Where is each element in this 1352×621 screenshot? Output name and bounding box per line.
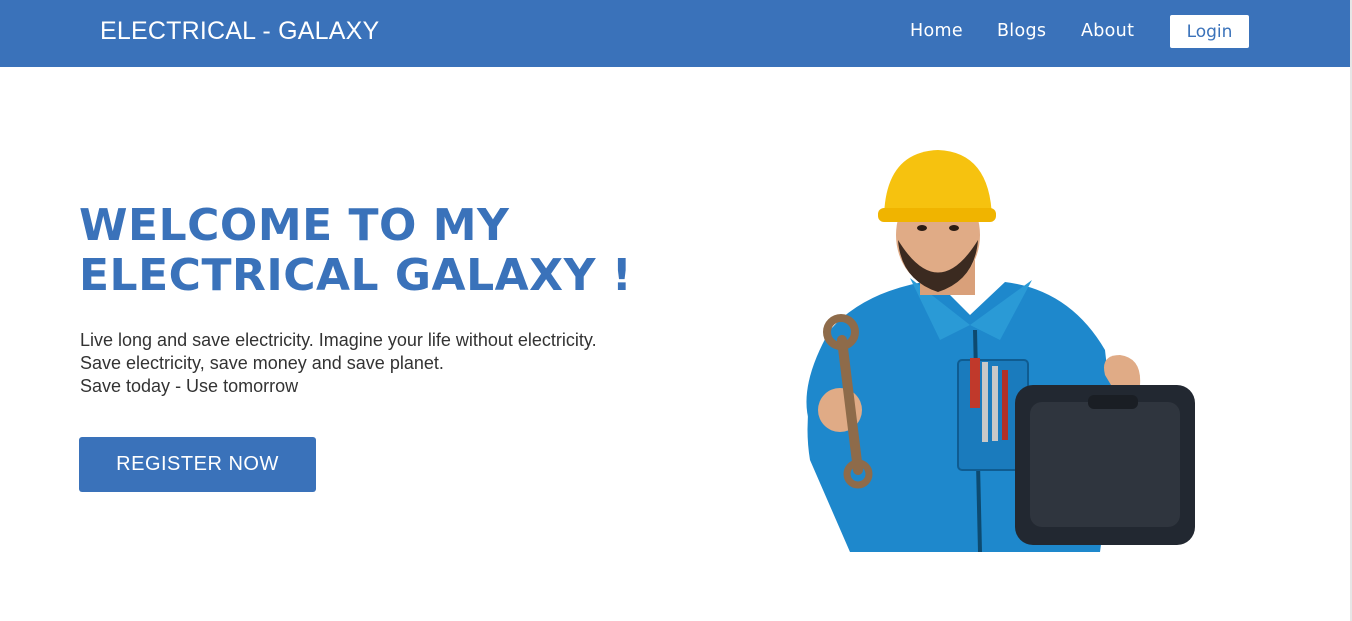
hero-title: WELCOME TO MY ELECTRICAL GALAXY ! — [79, 200, 633, 301]
hero-line-3: Save today - Use tomorrow — [80, 376, 299, 396]
nav-link-home[interactable]: Home — [910, 21, 963, 41]
register-now-button[interactable]: REGISTER NOW — [79, 437, 316, 492]
hero-line-2: Save electricity, save money and save pl… — [80, 353, 444, 373]
hero-line-1: Live long and save electricity. Imagine … — [80, 330, 597, 350]
electrician-illustration — [806, 150, 1195, 552]
nav-link-blogs[interactable]: Blogs — [997, 21, 1046, 41]
nav-link-about[interactable]: About — [1081, 21, 1134, 41]
login-button[interactable]: Login — [1170, 15, 1249, 48]
top-navbar: ELECTRICAL - GALAXY Home Blogs About Log… — [0, 0, 1350, 67]
brand-logo-link[interactable]: ELECTRICAL - GALAXY — [100, 17, 379, 46]
hero-description: Live long and save electricity. Imagine … — [80, 329, 700, 398]
